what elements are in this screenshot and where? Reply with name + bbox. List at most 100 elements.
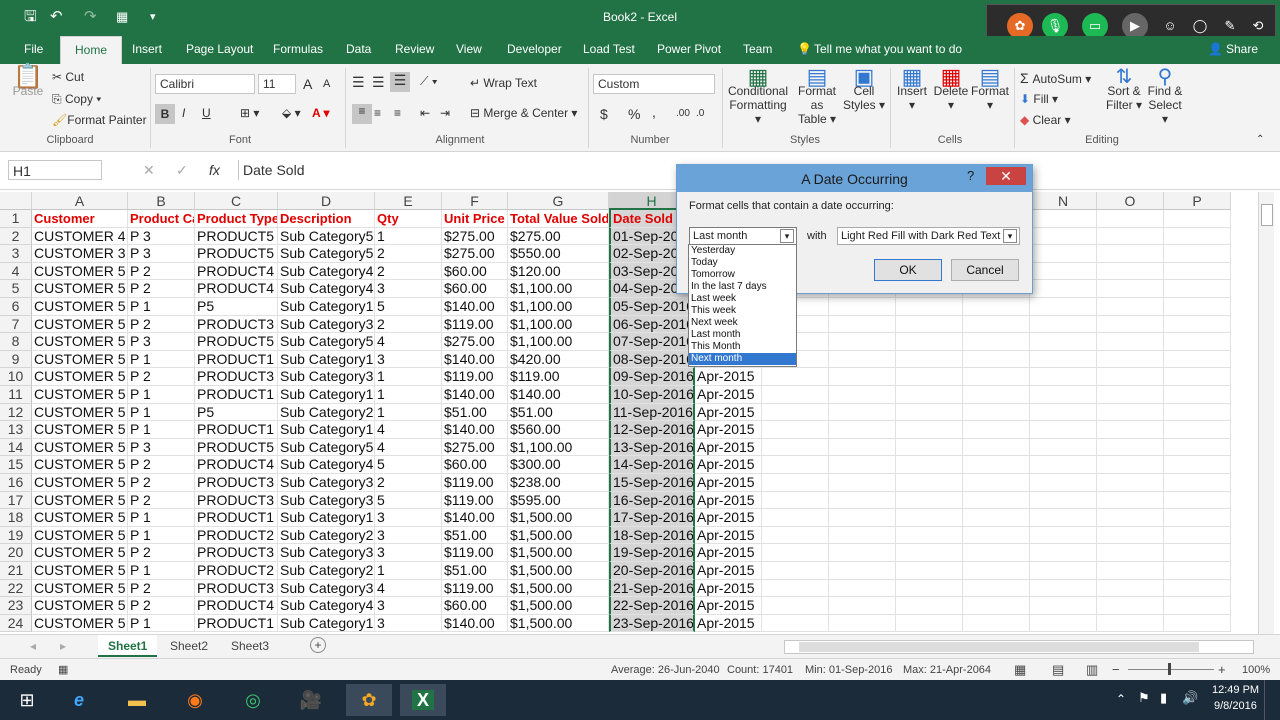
table-cell[interactable] [1164,474,1231,492]
table-cell[interactable]: P 2 [128,262,195,281]
table-cell[interactable] [1097,438,1164,457]
font-name-box[interactable]: Calibri [155,74,255,94]
table-cell[interactable] [1164,509,1231,527]
table-cell[interactable]: 3 [375,614,442,633]
table-cell[interactable] [829,526,896,545]
table-cell[interactable]: 17-Sep-2016 [609,509,695,527]
table-cell[interactable] [829,491,896,510]
table-cell[interactable]: PRODUCT1 [195,386,278,404]
dropdown-option[interactable]: In the last 7 days [689,281,796,293]
table-cell[interactable]: $140.00 [442,298,508,316]
table-cell[interactable]: Sub Category4 [278,456,375,474]
sort-filter-button[interactable]: ⇅ Sort & Filter ▾ [1104,67,1144,112]
table-cell[interactable] [896,544,963,562]
zoom-out-icon[interactable]: − [1112,662,1120,677]
table-cell[interactable]: $1,100.00 [508,298,609,316]
table-cell[interactable]: 1 [375,562,442,580]
table-cell[interactable]: P 2 [128,597,195,615]
share-icon[interactable]: 👤 [1208,42,1223,56]
tab-power-pivot[interactable]: Power Pivot [657,42,721,56]
format-as-table-button[interactable]: ▤ Format as Table ▾ [792,66,842,127]
table-cell[interactable]: CUSTOMER 5 [32,579,128,598]
table-cell[interactable]: $119.00 [442,474,508,492]
table-cell[interactable] [762,438,829,457]
row-header[interactable]: 14 [0,438,32,457]
table-cell[interactable]: Sub Category3 [278,474,375,492]
table-cell[interactable]: P 2 [128,491,195,510]
table-cell[interactable]: Apr-2015 [695,403,762,422]
fill-button[interactable]: ⬇ Fill ▾ [1020,92,1058,106]
table-cell[interactable]: 14-Sep-2016 [609,456,695,474]
table-cell[interactable] [963,298,1030,316]
table-cell[interactable] [963,579,1030,598]
table-cell[interactable]: PRODUCT4 [195,280,278,298]
table-cell[interactable] [963,562,1030,580]
table-cell[interactable] [1097,474,1164,492]
table-cell[interactable]: PRODUCT1 [195,421,278,439]
table-cell[interactable] [896,438,963,457]
header-cell[interactable]: Unit Price [442,210,508,228]
table-cell[interactable]: Sub Category4 [278,280,375,298]
table-cell[interactable]: CUSTOMER 5 [32,421,128,439]
table-cell[interactable] [896,456,963,474]
table-cell[interactable] [762,579,829,598]
table-cell[interactable] [1097,403,1164,422]
table-cell[interactable]: $420.00 [508,350,609,369]
header-cell[interactable]: Total Value Sold [508,210,609,228]
chevron-down-icon[interactable]: ▾ [1003,229,1017,243]
table-cell[interactable] [829,315,896,334]
table-cell[interactable]: 12-Sep-2016 [609,421,695,439]
table-cell[interactable] [1030,262,1097,281]
header-cell[interactable]: Description [278,210,375,228]
add-sheet-icon[interactable]: + [310,637,326,653]
table-cell[interactable] [896,597,963,615]
table-cell[interactable]: $595.00 [508,491,609,510]
table-cell[interactable]: 09-Sep-2016 [609,368,695,386]
table-cell[interactable] [1030,368,1097,386]
table-cell[interactable] [1030,403,1097,422]
row-header[interactable]: 5 [0,280,32,298]
table-cell[interactable]: PRODUCT3 [195,544,278,562]
table-cell[interactable]: $300.00 [508,456,609,474]
table-cell[interactable] [1030,315,1097,334]
table-cell[interactable]: $119.00 [442,579,508,598]
table-cell[interactable] [963,614,1030,633]
table-cell[interactable] [963,386,1030,404]
table-cell[interactable]: PRODUCT5 [195,245,278,263]
align-bottom-icon[interactable]: ☰ [390,72,410,92]
row-header[interactable]: 15 [0,456,32,474]
row-header[interactable]: 12 [0,403,32,422]
table-cell[interactable] [1030,579,1097,598]
table-cell[interactable]: Apr-2015 [695,438,762,457]
percent-button[interactable]: % [628,106,640,122]
table-cell[interactable]: $275.00 [442,227,508,246]
clock-date[interactable]: 9/8/2016 [1214,700,1257,712]
table-cell[interactable]: 3 [375,509,442,527]
row-header[interactable]: 10 [0,368,32,386]
table-cell[interactable] [829,421,896,439]
cell-styles-button[interactable]: ▣ Cell Styles ▾ [842,66,886,113]
table-cell[interactable]: $140.00 [442,614,508,633]
dropdown-option[interactable]: Last month [689,329,796,341]
show-desktop-button[interactable] [1264,680,1270,720]
scroll-thumb[interactable] [1261,204,1273,226]
decrease-indent-icon[interactable]: ⇤ [420,106,430,120]
table-cell[interactable]: 4 [375,438,442,457]
table-cell[interactable] [963,491,1030,510]
table-cell[interactable] [963,421,1030,439]
ok-button[interactable]: OK [874,259,942,281]
table-cell[interactable] [1164,544,1231,562]
table-cell[interactable] [1164,526,1231,545]
table-cell[interactable]: $560.00 [508,421,609,439]
table-cell[interactable]: Apr-2015 [695,491,762,510]
table-cell[interactable]: CUSTOMER 5 [32,474,128,492]
table-cell[interactable]: Apr-2015 [695,421,762,439]
table-cell[interactable] [963,368,1030,386]
row-header[interactable]: 21 [0,562,32,580]
header-cell[interactable] [1097,210,1164,228]
clock-time[interactable]: 12:49 PM [1212,684,1259,696]
table-cell[interactable]: CUSTOMER 5 [32,526,128,545]
table-cell[interactable]: 20-Sep-2016 [609,562,695,580]
table-cell[interactable]: $1,500.00 [508,509,609,527]
comma-button[interactable]: , [652,104,656,120]
